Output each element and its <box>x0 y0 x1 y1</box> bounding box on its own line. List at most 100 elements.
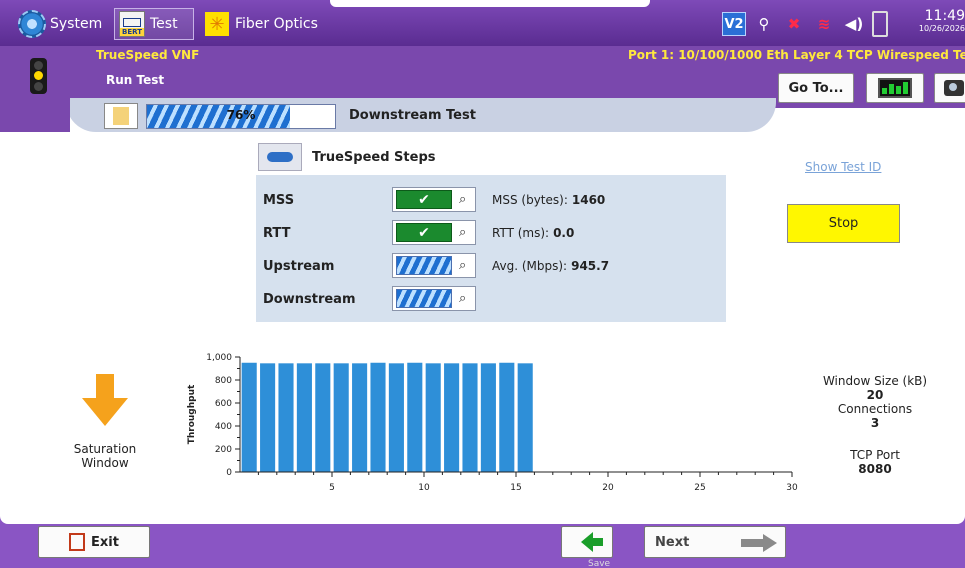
magnifier-icon[interactable]: ⌕ <box>459 291 466 306</box>
clock: 11:49 10/26/2026 <box>915 8 965 33</box>
test-tab-label: Test <box>150 16 178 32</box>
progress-bar: 76% <box>146 104 336 129</box>
note-icon <box>113 107 129 125</box>
bert-icon: BERT <box>119 11 145 37</box>
monitor-icon <box>878 78 912 98</box>
test-status-button[interactable] <box>104 103 138 129</box>
link-icon <box>267 152 293 162</box>
arrow-left-icon <box>581 532 603 552</box>
throughput-chart: 0 200 400 600 800 1,000 5 10 15 20 25 30 Throughput <box>170 346 810 511</box>
checkmark-icon: ✔ <box>396 223 452 242</box>
test-config-info: Window Size (kB) 20 Connections 3 TCP Po… <box>815 374 935 476</box>
fiber-optics-tab[interactable]: ✳ Fiber Optics <box>205 8 318 40</box>
x-tick-label: 25 <box>694 483 705 493</box>
screenshot-button[interactable] <box>934 73 965 103</box>
result-label: Avg. (Mbps): <box>492 259 568 273</box>
step-name: RTT <box>263 226 291 241</box>
step-status-rtt[interactable]: ✔ ⌕ <box>392 220 476 245</box>
step-name: Downstream <box>263 292 356 307</box>
section-title: Run Test <box>106 73 165 87</box>
throughput-chart-svg: 0 200 400 600 800 1,000 5 10 15 20 25 30 Throughput <box>187 351 798 493</box>
tcp-port-label: TCP Port <box>850 448 900 462</box>
next-label: Next <box>655 534 690 550</box>
step-status-upstream[interactable]: ⌕ <box>392 253 476 278</box>
saturation-window-label: Saturation Window <box>60 442 150 470</box>
x-tick-label: 5 <box>329 483 335 493</box>
test-tab[interactable]: BERT Test <box>114 8 194 40</box>
remote-user-icon[interactable]: ⚲ <box>752 12 776 36</box>
exit-button[interactable]: Exit <box>38 526 150 558</box>
y-tick-label: 0 <box>226 468 232 478</box>
arrow-right-icon <box>741 534 777 552</box>
result-value: 1460 <box>571 193 606 207</box>
error-status-icon[interactable]: ✖ <box>782 12 806 36</box>
step-result: MSS (bytes): 1460 <box>492 193 605 207</box>
chart-bar <box>352 363 368 472</box>
chart-bar <box>333 363 349 472</box>
v2-status-icon[interactable]: V2 <box>722 12 746 36</box>
results-monitor-button[interactable] <box>866 73 924 103</box>
x-tick-label: 10 <box>418 483 430 493</box>
magnifier-icon[interactable]: ⌕ <box>459 192 466 207</box>
checkmark-icon: ✔ <box>396 190 452 209</box>
speaker-icon[interactable]: ◀) <box>842 12 866 36</box>
result-value: 945.7 <box>571 259 610 273</box>
chart-bar <box>407 362 423 472</box>
magnifier-icon[interactable]: ⌕ <box>459 225 466 240</box>
chart-bar <box>296 363 312 472</box>
tcp-port-value: 8080 <box>858 462 892 476</box>
running-indicator <box>396 289 452 308</box>
progress-percent: 76% <box>226 108 256 122</box>
battery-icon[interactable] <box>872 11 888 37</box>
chart-bar <box>425 363 441 472</box>
chart-bar <box>480 363 496 472</box>
step-name: MSS <box>263 193 295 208</box>
magnifier-icon[interactable]: ⌕ <box>459 258 466 273</box>
y-tick-label: 600 <box>215 399 232 409</box>
camera-icon <box>944 80 964 96</box>
chart-bar <box>315 363 331 472</box>
x-tick-label: 20 <box>602 483 614 493</box>
next-button[interactable]: Next <box>644 526 786 558</box>
chart-bar <box>370 362 386 472</box>
step-status-mss[interactable]: ✔ ⌕ <box>392 187 476 212</box>
test-phase: Downstream Test <box>349 108 476 123</box>
show-test-id-link[interactable]: Show Test ID <box>805 160 881 174</box>
system-tab[interactable]: System <box>18 8 102 40</box>
y-tick-label: 800 <box>215 376 232 386</box>
clock-date: 10/26/2026 <box>918 24 965 33</box>
exit-icon <box>69 533 86 551</box>
step-status-downstream[interactable]: ⌕ <box>392 286 476 311</box>
chart-bar <box>278 363 294 472</box>
truespeed-steps-button[interactable] <box>258 143 302 171</box>
gear-icon <box>18 10 46 38</box>
chart-bar <box>260 363 276 472</box>
connections-value: 3 <box>870 416 880 430</box>
y-tick-label: 1,000 <box>206 353 232 363</box>
port-info: Port 1: 10/100/1000 Eth Layer 4 TCP Wire… <box>628 48 965 62</box>
step-row-downstream: Downstream ⌕ <box>256 284 726 314</box>
bert-badge: BERT <box>120 28 144 36</box>
step-row-rtt: RTT ✔ ⌕ RTT (ms): 0.0 <box>256 218 726 248</box>
chart-bar <box>462 363 478 472</box>
x-tick-label: 15 <box>510 483 521 493</box>
window-size-label: Window Size (kB) <box>822 374 928 388</box>
chart-bar <box>517 363 533 472</box>
step-result: Avg. (Mbps): 945.7 <box>492 259 609 273</box>
steps-panel: MSS ✔ ⌕ MSS (bytes): 1460 RTT ✔ ⌕ RTT (ms):… <box>256 175 726 322</box>
wifi-off-icon[interactable]: ≋ <box>812 12 836 36</box>
traffic-light-icon[interactable] <box>30 58 47 94</box>
chart-bar <box>499 362 515 472</box>
arrow-down-icon <box>82 374 128 426</box>
goto-button[interactable]: Go To... <box>778 73 854 103</box>
steps-header: TrueSpeed Steps <box>258 143 436 171</box>
clock-time: 11:49 <box>924 8 965 24</box>
connections-label: Connections <box>837 402 913 416</box>
save-button[interactable] <box>561 526 613 558</box>
stop-button[interactable]: Stop <box>787 204 900 243</box>
saturation-label-line1: Saturation <box>73 442 137 456</box>
top-bar: System BERT Test ✳ Fiber Optics V2 ⚲ ✖ ≋… <box>0 0 965 46</box>
app-title: TrueSpeed VNF <box>96 48 200 62</box>
save-label: Save <box>588 559 611 568</box>
step-name: Upstream <box>263 259 335 274</box>
